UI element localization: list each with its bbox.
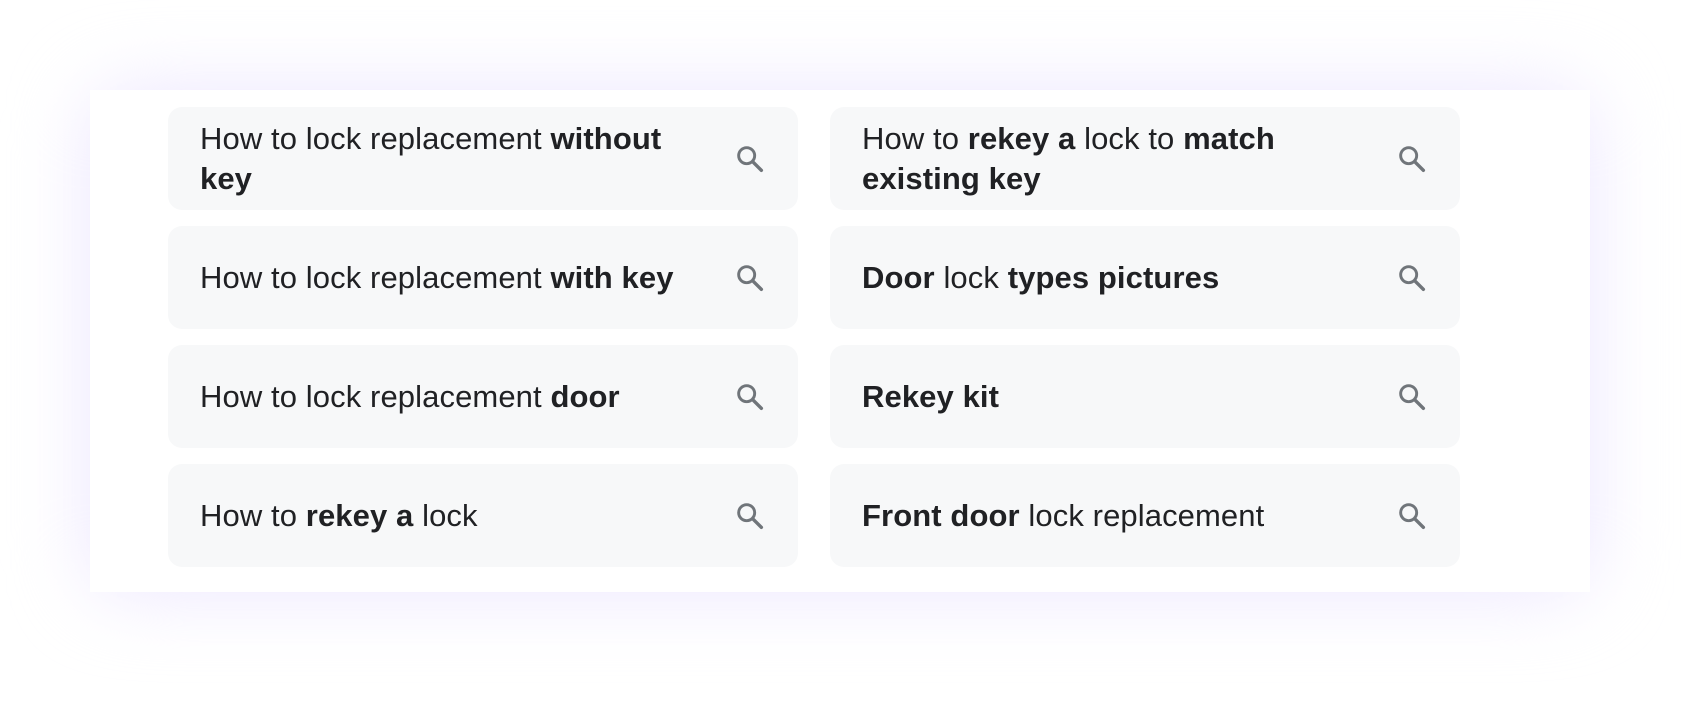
related-searches-panel: How to lock replacement without key How … xyxy=(90,90,1590,592)
suggestion-segment: How to lock replacement xyxy=(200,120,551,156)
related-search-text: Front door lock replacement xyxy=(862,496,1264,536)
related-search-chip[interactable]: Rekey kit xyxy=(830,345,1460,448)
suggestion-bold-segment: door xyxy=(550,378,620,414)
suggestion-bold-segment: with key xyxy=(550,259,674,295)
related-search-text: Door lock types pictures xyxy=(862,258,1219,298)
related-search-chip[interactable]: How to rekey a lock xyxy=(168,464,798,567)
suggestion-segment: How to xyxy=(200,497,306,533)
related-search-chip[interactable]: How to lock replacement door xyxy=(168,345,798,448)
suggestion-segment: lock xyxy=(413,497,478,533)
related-search-chip[interactable]: How to lock replacement without key xyxy=(168,107,798,210)
suggestion-bold-segment: Door xyxy=(862,259,935,295)
search-icon xyxy=(737,264,764,291)
suggestion-segment: lock to xyxy=(1075,120,1184,156)
search-icon xyxy=(1399,383,1426,410)
related-search-text: Rekey kit xyxy=(862,377,999,417)
related-search-text: How to rekey a lock to match existing ke… xyxy=(862,119,1360,199)
search-icon xyxy=(1399,145,1426,172)
related-search-text: How to lock replacement door xyxy=(200,377,620,417)
related-search-chip[interactable]: Door lock types pictures xyxy=(830,226,1460,329)
related-search-chip[interactable]: How to lock replacement with key xyxy=(168,226,798,329)
related-search-chip[interactable]: Front door lock replacement xyxy=(830,464,1460,567)
suggestion-segment: How to xyxy=(862,120,968,156)
related-search-text: How to rekey a lock xyxy=(200,496,478,536)
suggestion-segment: lock replacement xyxy=(1019,497,1265,533)
related-search-chip[interactable]: How to rekey a lock to match existing ke… xyxy=(830,107,1460,210)
suggestion-segment: How to lock replacement xyxy=(200,378,551,414)
search-icon xyxy=(737,145,764,172)
related-search-text: How to lock replacement with key xyxy=(200,258,674,298)
search-icon xyxy=(737,383,764,410)
suggestion-bold-segment: Rekey kit xyxy=(862,378,1000,414)
suggestion-bold-segment: Front door xyxy=(862,497,1020,533)
suggestion-segment: lock xyxy=(934,259,1008,295)
suggestion-bold-segment: types pictures xyxy=(1007,259,1220,295)
suggestion-bold-segment: rekey a xyxy=(967,120,1076,156)
suggestion-bold-segment: rekey a xyxy=(305,497,414,533)
search-icon xyxy=(1399,264,1426,291)
related-searches-grid: How to lock replacement without key How … xyxy=(168,107,1460,567)
search-icon xyxy=(737,502,764,529)
related-search-text: How to lock replacement without key xyxy=(200,119,698,199)
suggestion-segment: How to lock replacement xyxy=(200,259,551,295)
search-icon xyxy=(1399,502,1426,529)
